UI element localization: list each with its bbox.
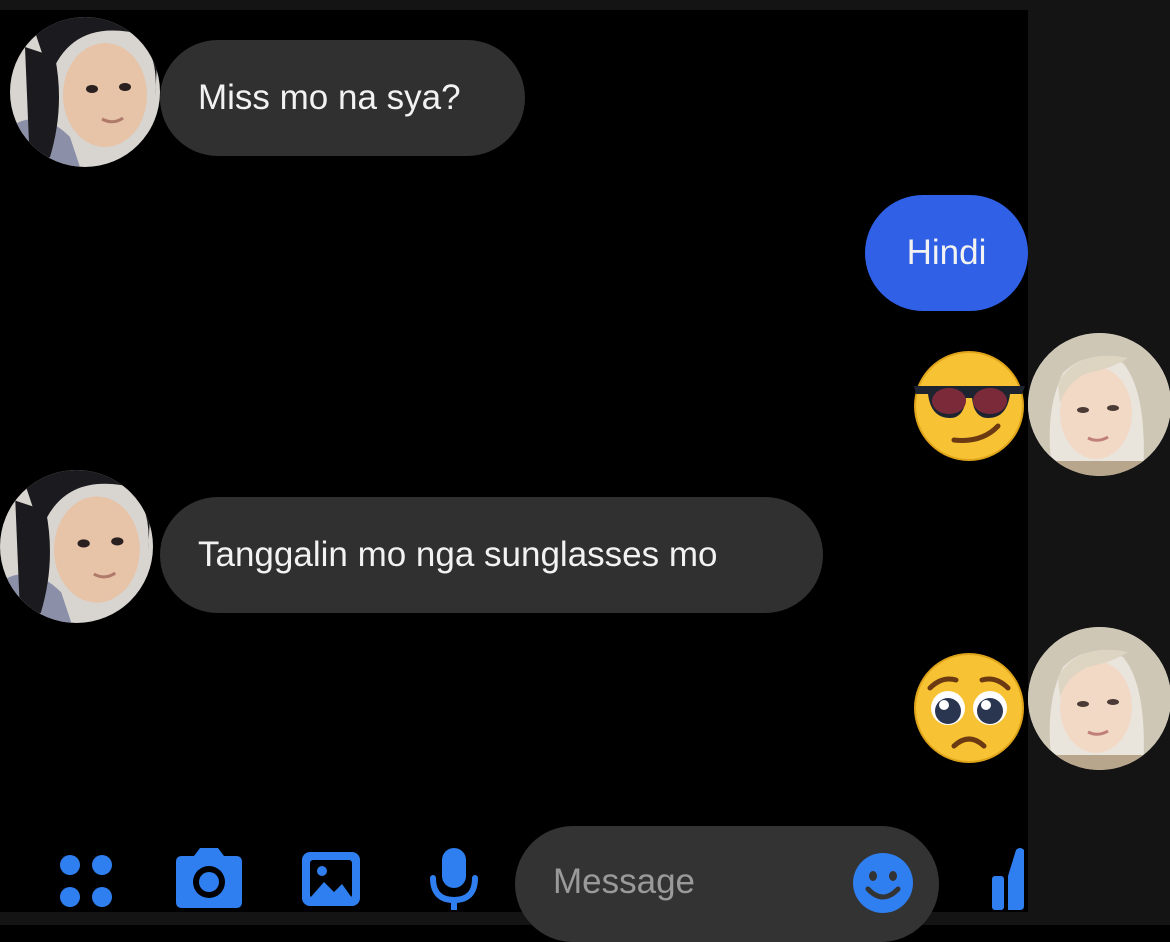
contact-avatar[interactable] xyxy=(0,470,153,623)
camera-icon[interactable] xyxy=(174,848,244,910)
incoming-message-bubble[interactable]: Tanggalin mo nga sunglasses mo xyxy=(160,497,823,613)
user-avatar[interactable] xyxy=(1028,627,1170,770)
message-text: Tanggalin mo nga sunglasses mo xyxy=(198,535,718,574)
more-apps-icon[interactable] xyxy=(58,852,116,910)
emoji-icon[interactable] xyxy=(851,851,915,915)
outgoing-message-bubble[interactable]: Hindi xyxy=(865,195,1028,311)
gallery-icon[interactable] xyxy=(300,850,362,908)
incoming-message-bubble[interactable]: Miss mo na sya? xyxy=(160,40,525,156)
thumbs-up-icon[interactable] xyxy=(990,846,1028,912)
pleading-face-emoji-icon[interactable] xyxy=(912,650,1027,765)
contact-avatar[interactable] xyxy=(10,17,160,167)
user-avatar[interactable] xyxy=(1028,333,1170,476)
message-text: Miss mo na sya? xyxy=(198,78,461,117)
message-text: Hindi xyxy=(906,233,987,272)
message-input[interactable] xyxy=(553,856,853,908)
microphone-icon[interactable] xyxy=(427,846,481,914)
sunglasses-emoji-icon[interactable] xyxy=(912,348,1027,463)
